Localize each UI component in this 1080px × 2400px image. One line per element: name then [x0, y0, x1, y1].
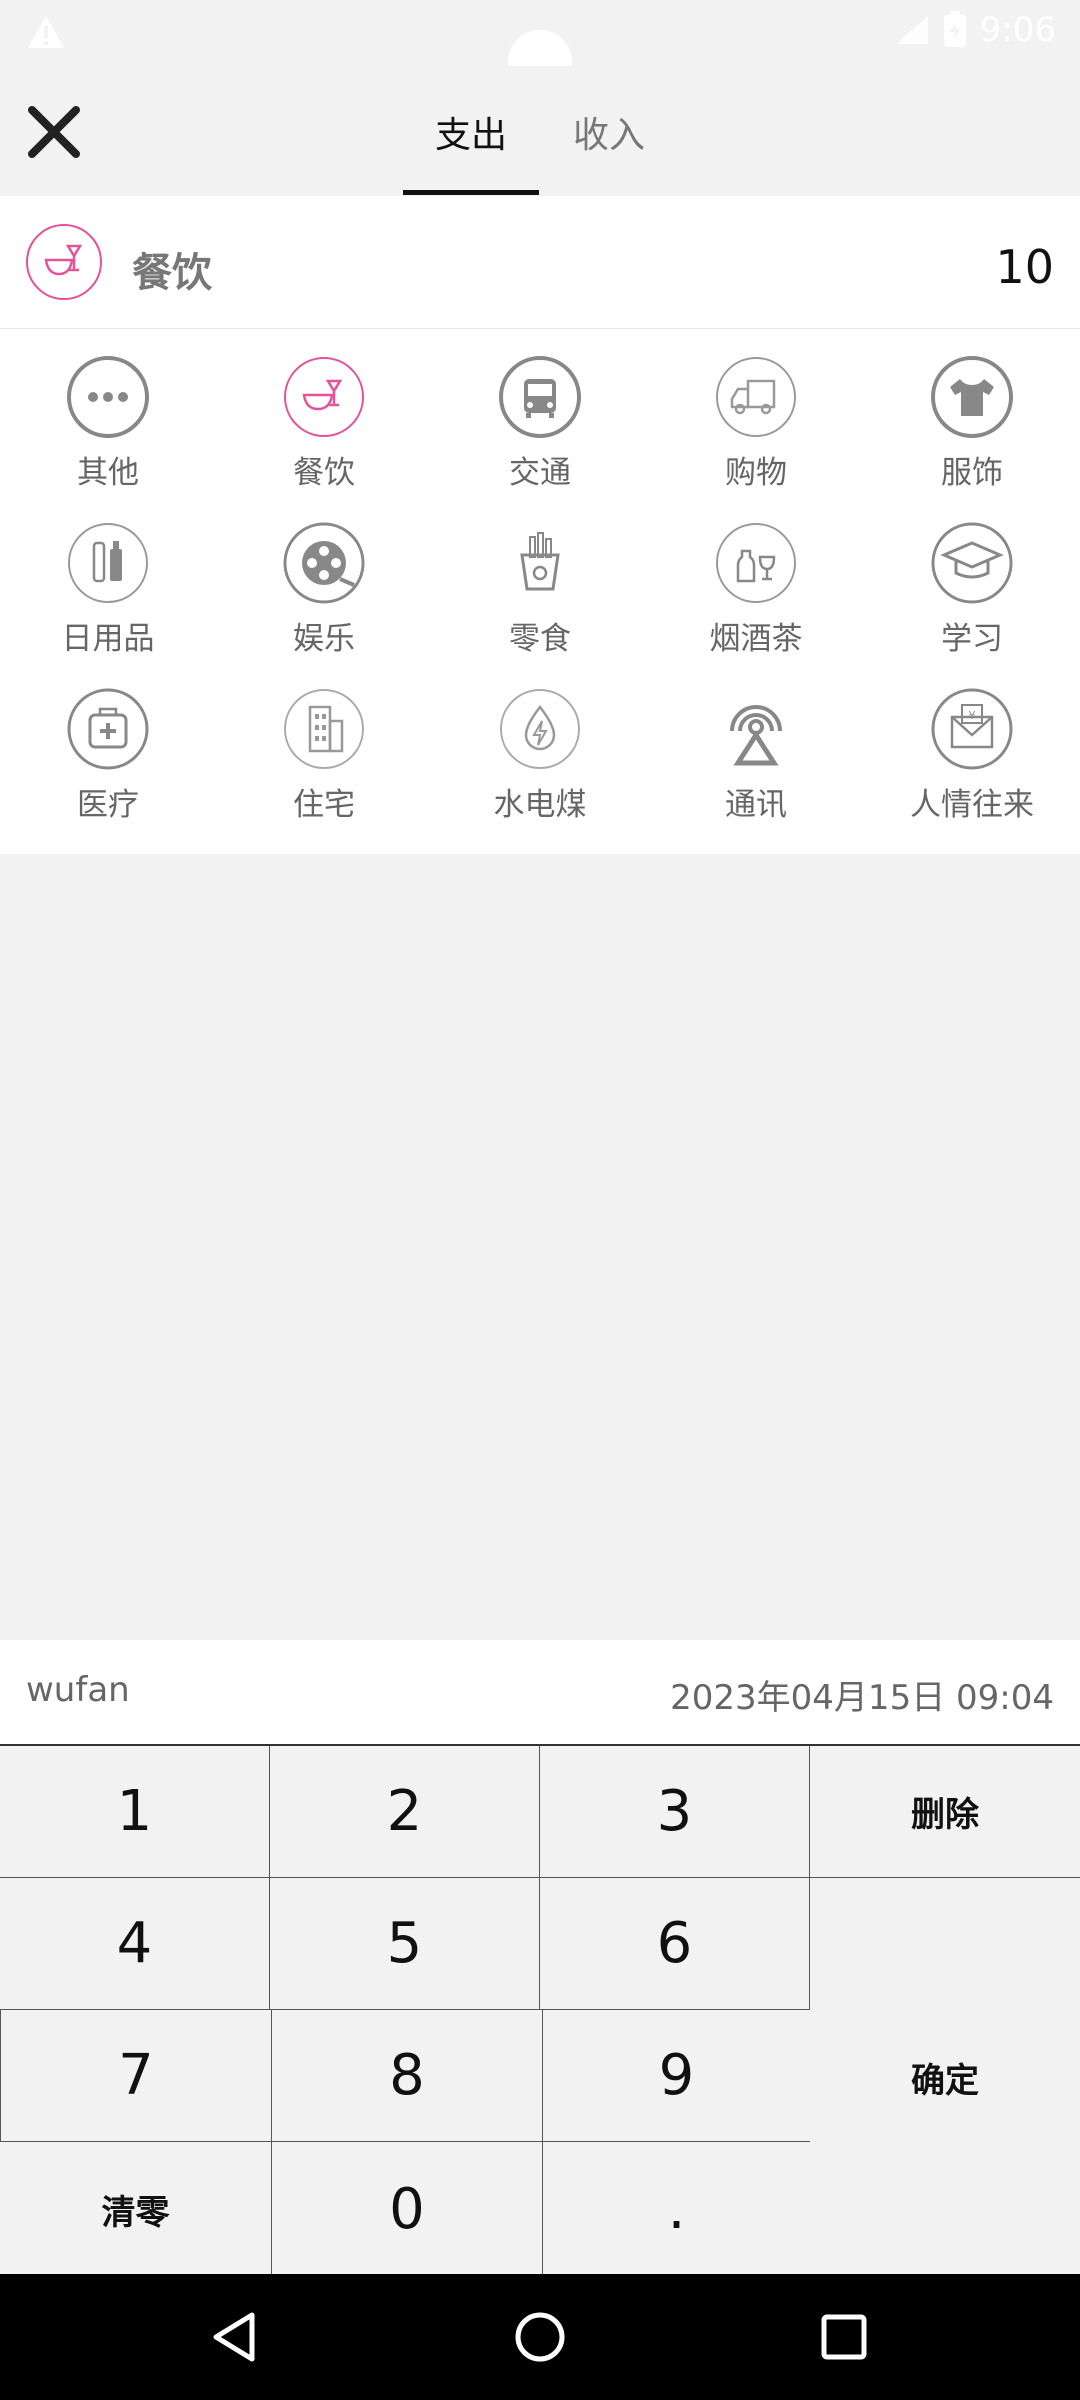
amount-display: 10	[995, 240, 1054, 294]
category-label: 医疗	[77, 787, 139, 823]
category-study[interactable]: 学习	[864, 495, 1080, 661]
category-daily-goods[interactable]: 日用品	[0, 495, 216, 661]
status-time: 9:06	[979, 10, 1056, 50]
truck-icon	[716, 357, 796, 437]
category-label: 人情往来	[910, 787, 1034, 823]
battery-icon	[943, 11, 966, 47]
key-3[interactable]: 3	[540, 1746, 810, 1878]
key-8[interactable]: 8	[272, 2010, 543, 2142]
graduation-cap-icon	[931, 522, 1013, 604]
category-label: 服饰	[941, 455, 1003, 491]
category-label: 日用品	[61, 621, 155, 657]
recents-icon[interactable]	[814, 2307, 874, 2367]
keypad: 1 2 3 删除 4 5 6 7 8 9 清零 0 . 确定	[0, 1744, 1080, 2276]
delete-button[interactable]: 删除	[810, 1746, 1080, 1878]
tab-expense[interactable]: 支出	[435, 106, 507, 158]
category-communication[interactable]: 通讯	[648, 661, 864, 827]
category-label: 住宅	[293, 787, 355, 823]
tab-indicator	[403, 190, 539, 195]
wine-icon	[716, 523, 796, 603]
utilities-icon	[500, 689, 580, 769]
key-0[interactable]: 0	[272, 2142, 543, 2276]
status-bar: 9:06	[0, 0, 1080, 94]
svg-text:¥: ¥	[969, 709, 976, 722]
category-tobacco-alcohol-tea[interactable]: 烟酒茶	[648, 495, 864, 661]
category-label: 购物	[725, 455, 787, 491]
category-label: 交通	[509, 455, 571, 491]
category-dining[interactable]: 餐饮	[216, 329, 432, 495]
confirm-button[interactable]: 确定	[810, 1878, 1080, 2276]
category-other[interactable]: 其他	[0, 329, 216, 495]
more-icon	[67, 356, 149, 438]
envelope-icon: ¥	[931, 688, 1013, 770]
signal-icon	[895, 16, 928, 44]
shirt-icon	[931, 356, 1013, 438]
selected-category-label: 餐饮	[132, 250, 212, 296]
warning-icon	[28, 16, 64, 48]
top-header: 支出 收入	[0, 66, 1080, 196]
category-shopping[interactable]: 购物	[648, 329, 864, 495]
key-2[interactable]: 2	[270, 1746, 540, 1878]
category-clothing[interactable]: 服饰	[864, 329, 1080, 495]
key-9[interactable]: 9	[543, 2010, 810, 2142]
category-snacks[interactable]: 零食	[432, 495, 648, 661]
date-picker[interactable]: 2023年04月15日 09:04	[670, 1670, 1054, 1719]
category-label: 烟酒茶	[709, 621, 803, 657]
category-label: 通讯	[725, 787, 787, 823]
category-transport[interactable]: 交通	[432, 329, 648, 495]
medical-kit-icon	[67, 688, 149, 770]
navigation-bar	[0, 2274, 1080, 2400]
category-housing[interactable]: 住宅	[216, 661, 432, 827]
category-label: 零食	[509, 621, 571, 657]
key-1[interactable]: 1	[0, 1746, 270, 1878]
category-utilities[interactable]: 水电煤	[432, 661, 648, 827]
close-icon[interactable]	[24, 102, 84, 162]
category-entertainment[interactable]: 娱乐	[216, 495, 432, 661]
key-5[interactable]: 5	[270, 1878, 540, 2010]
key-7[interactable]: 7	[0, 2010, 272, 2142]
back-icon[interactable]	[206, 2307, 266, 2367]
key-decimal[interactable]: .	[543, 2142, 810, 2276]
category-label: 水电煤	[493, 787, 587, 823]
dining-icon	[284, 357, 364, 437]
selected-category-row: 餐饮 10	[0, 196, 1080, 329]
category-label: 餐饮	[293, 455, 355, 491]
category-grid: 其他 餐饮 交通 购物 服饰 日用品 娱乐 零食 烟酒茶 学习 医疗 住宅 水电…	[0, 329, 1080, 854]
bus-icon	[499, 356, 581, 438]
category-label: 其他	[77, 455, 139, 491]
antenna-icon	[730, 705, 782, 766]
dining-icon	[26, 224, 102, 300]
category-label: 学习	[941, 621, 1003, 657]
note-date-row: wufan 2023年04月15日 09:04	[0, 1640, 1080, 1744]
key-4[interactable]: 4	[0, 1878, 270, 2010]
film-reel-icon	[283, 522, 365, 604]
snack-icon	[520, 532, 560, 591]
category-social-gifts[interactable]: ¥ 人情往来	[864, 661, 1080, 827]
category-label: 娱乐	[293, 621, 355, 657]
key-6[interactable]: 6	[540, 1878, 810, 2010]
tab-income[interactable]: 收入	[573, 106, 645, 158]
clear-button[interactable]: 清零	[0, 2142, 272, 2276]
category-medical[interactable]: 医疗	[0, 661, 216, 827]
building-icon	[284, 689, 364, 769]
home-icon[interactable]	[510, 2307, 570, 2367]
toiletries-icon	[68, 523, 148, 603]
note-field[interactable]: wufan	[26, 1670, 130, 1710]
